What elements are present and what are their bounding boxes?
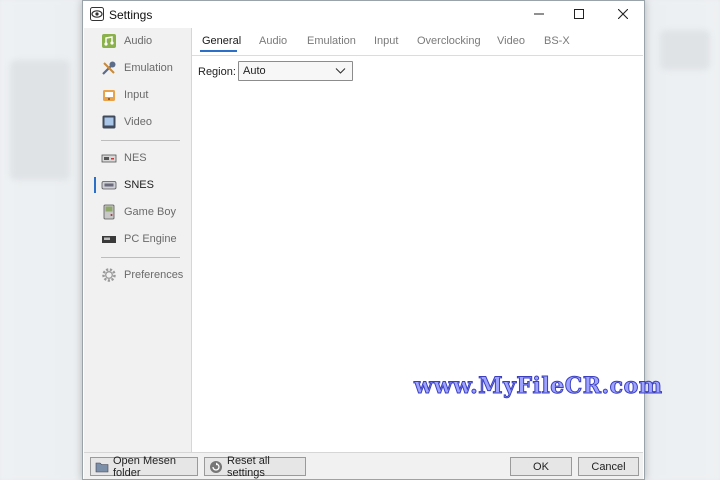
region-select[interactable]: Auto <box>238 61 353 81</box>
reset-all-settings-label: Reset all settings <box>227 454 270 479</box>
close-icon <box>618 9 628 19</box>
ok-button[interactable]: OK <box>510 457 572 476</box>
nes-console-icon <box>101 154 117 163</box>
folder-icon <box>95 462 109 472</box>
sidebar-item-label: PC Engine <box>124 233 177 245</box>
sidebar-item-label: SNES <box>124 179 154 191</box>
close-button[interactable] <box>610 5 636 23</box>
sidebar-item-label: Video <box>124 116 152 128</box>
sidebar-item-label: Preferences <box>124 269 184 281</box>
active-tab-indicator <box>200 50 237 52</box>
general-tab-panel: Region: Auto www.MyFileCR.com <box>192 56 663 452</box>
tab-emulation[interactable]: Emulation <box>307 35 356 47</box>
sidebar-separator <box>101 257 180 258</box>
sidebar-item-preferences[interactable]: Preferences <box>84 264 191 286</box>
reset-all-settings-button[interactable]: Reset all settings <box>204 454 306 479</box>
cancel-button[interactable]: Cancel <box>578 457 639 476</box>
tab-general[interactable]: General <box>202 35 241 47</box>
sidebar-item-label: Game Boy <box>124 206 176 218</box>
gameboy-icon <box>103 204 115 220</box>
tools-icon <box>102 61 116 75</box>
sidebar-item-video[interactable]: Video <box>84 111 191 133</box>
tab-overclocking[interactable]: Overclocking <box>417 35 481 47</box>
pc-engine-icon <box>102 236 116 243</box>
settings-tabs: General Audio Emulation Input Overclocki… <box>192 28 643 56</box>
maximize-button[interactable] <box>566 5 592 23</box>
monitor-icon <box>102 115 116 129</box>
sidebar-item-label: NES <box>124 152 147 164</box>
snes-console-icon <box>101 181 117 190</box>
speaker-icon <box>102 34 116 48</box>
sidebar-item-label: Audio <box>124 35 153 47</box>
watermark-text: www.MyFileCR.com <box>414 373 663 400</box>
sidebar-item-input[interactable]: Input <box>84 84 191 106</box>
minimize-icon <box>534 13 544 15</box>
region-select-value: Auto <box>243 65 266 77</box>
settings-sidebar: Audio Emulation Input Video NES SNES Gam… <box>84 28 192 452</box>
window-title: Settings <box>109 8 153 22</box>
maximize-icon <box>574 9 584 19</box>
sidebar-item-emulation[interactable]: Emulation <box>84 57 191 79</box>
sidebar-separator <box>101 140 180 141</box>
title-bar[interactable]: Settings <box>83 1 644 28</box>
region-label: Region: <box>198 66 236 78</box>
tab-audio[interactable]: Audio <box>259 35 287 47</box>
gear-icon <box>102 268 116 282</box>
minimize-button[interactable] <box>526 5 552 23</box>
mesen-app-icon <box>90 7 104 21</box>
sidebar-item-pc-engine[interactable]: PC Engine <box>84 228 191 250</box>
sidebar-item-label: Input <box>124 89 149 101</box>
chevron-down-icon <box>335 68 346 74</box>
tab-bs-x[interactable]: BS-X <box>544 35 570 47</box>
reset-icon <box>210 460 222 473</box>
tab-input[interactable]: Input <box>374 35 398 47</box>
open-mesen-folder-button[interactable]: Open Mesen folder <box>90 454 198 479</box>
sidebar-item-audio[interactable]: Audio <box>84 30 191 52</box>
background-blur-block <box>660 30 710 70</box>
open-mesen-folder-label: Open Mesen folder <box>113 454 176 479</box>
sidebar-item-snes[interactable]: SNES <box>84 174 191 196</box>
sidebar-item-label: Emulation <box>124 62 173 74</box>
sidebar-item-nes[interactable]: NES <box>84 147 191 169</box>
background-blur-block <box>10 60 70 180</box>
tab-video[interactable]: Video <box>497 35 525 47</box>
settings-window: Settings Audio Emulation Input Video NES… <box>82 0 663 480</box>
sidebar-item-game-boy[interactable]: Game Boy <box>84 201 191 223</box>
gamepad-icon <box>103 90 115 101</box>
dialog-footer: Open Mesen folder Reset all settings OK … <box>84 452 643 479</box>
